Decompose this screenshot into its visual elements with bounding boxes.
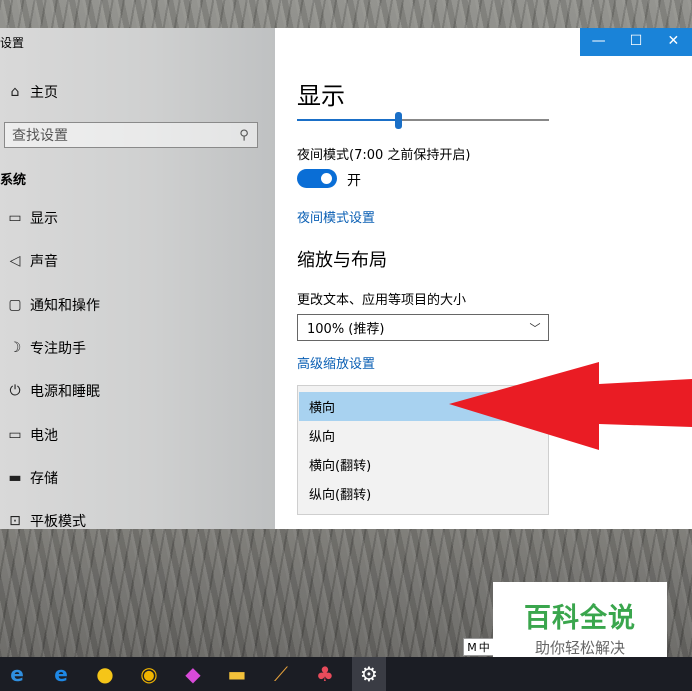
page-title: 显示 — [297, 82, 345, 110]
option-label: 纵向(翻转) — [309, 488, 372, 503]
sidebar-item-label: 显示 — [30, 211, 58, 227]
sidebar-home-label: 主页 — [30, 85, 58, 101]
ime-lang: 中 — [478, 641, 490, 654]
scale-layout-heading: 缩放与布局 — [297, 250, 387, 271]
sidebar-item-battery[interactable]: ▭ 电池 — [0, 417, 275, 453]
sidebar-home[interactable]: ⌂ 主页 — [0, 74, 275, 110]
sidebar-item-label: 电源和睡眠 — [30, 384, 100, 400]
sidebar-item-label: 平板模式 — [30, 514, 86, 529]
monitor-icon: ▭ — [8, 210, 22, 226]
arrow-shape — [449, 362, 692, 450]
sidebar-item-label: 声音 — [30, 254, 58, 270]
option-label: 纵向 — [309, 430, 336, 445]
advanced-scaling-link[interactable]: 高级缩放设置 — [297, 353, 375, 372]
section-system: 系统 — [0, 173, 27, 188]
paint-icon[interactable]: ◆ — [176, 657, 210, 691]
sidebar-item-label: 专注助手 — [30, 341, 86, 357]
orientation-option-portrait-flipped[interactable]: 纵向(翻转) — [299, 479, 547, 508]
browser-icon[interactable]: ◉ — [132, 657, 166, 691]
close-button[interactable]: ✕ — [655, 28, 692, 56]
taskbar: e e ● ◉ ◆ ▬ ⟋ ♣ ⚙ — [0, 657, 692, 691]
orientation-option-landscape-flipped[interactable]: 横向(翻转) — [299, 450, 547, 479]
minimize-button[interactable]: — — [580, 28, 617, 56]
speaker-icon: ◁ — [9, 253, 21, 269]
sidebar-item-power-sleep[interactable]: ⏻ 电源和睡眠 — [0, 373, 275, 409]
sidebar-item-display[interactable]: ▭ 显示 — [0, 200, 275, 236]
sidebar-item-focus-assist[interactable]: ☽ 专注助手 — [0, 330, 275, 366]
search-placeholder: 查找设置 — [12, 128, 68, 144]
watermark-logo: 百科全说 助你轻松解决 — [493, 582, 667, 664]
sidebar-item-sound[interactable]: ◁ 声音 — [0, 243, 275, 279]
home-icon: ⌂ — [10, 84, 20, 100]
brightness-slider-fill — [297, 119, 398, 121]
night-light-state: 开 — [347, 173, 361, 189]
ime-indicator[interactable]: M 中 — [463, 638, 494, 656]
maximize-button[interactable]: ☐ — [617, 28, 654, 56]
power-icon: ⏻ — [9, 383, 21, 399]
sidebar-item-tablet-mode[interactable]: ⊡ 平板模式 — [0, 503, 275, 529]
file-explorer-icon[interactable]: ▬ — [220, 657, 254, 691]
sidebar-item-storage[interactable]: ▬ 存储 — [0, 460, 275, 496]
storage-icon: ▬ — [8, 470, 22, 486]
sidebar-item-label: 电池 — [30, 428, 58, 444]
broom-icon[interactable]: ⟋ — [264, 657, 298, 691]
scale-value: 100% (推荐) — [307, 322, 385, 337]
toggle-knob — [321, 173, 332, 184]
night-light-toggle[interactable] — [297, 169, 337, 188]
chevron-down-icon: ﹀ — [529, 321, 541, 335]
search-input[interactable]: 查找设置 ⚲ — [4, 122, 258, 148]
sidebar-item-label: 存储 — [30, 471, 58, 487]
window-title: 设置 — [0, 36, 25, 50]
red-arrow-annotation — [449, 362, 692, 450]
ie-icon[interactable]: e — [44, 657, 78, 691]
watermark-title: 百科全说 — [524, 603, 636, 634]
moon-icon: ☽ — [8, 340, 22, 356]
watermark-subtitle: 助你轻松解决 — [534, 639, 625, 657]
night-light-settings-link[interactable]: 夜间模式设置 — [297, 207, 375, 226]
sidebar-item-label: 通知和操作 — [30, 298, 100, 314]
game-icon[interactable]: ♣ — [308, 657, 342, 691]
notification-icon: ▢ — [8, 297, 22, 313]
option-label: 横向 — [309, 401, 336, 416]
option-label: 横向(翻转) — [309, 459, 372, 474]
ime-mode: M — [467, 640, 477, 654]
battery-icon: ▭ — [8, 427, 22, 443]
sidebar-item-notifications[interactable]: ▢ 通知和操作 — [0, 287, 275, 323]
scale-label: 更改文本、应用等项目的大小 — [297, 293, 467, 308]
qq-icon[interactable]: ● — [88, 657, 122, 691]
tablet-mode-icon: ⊡ — [9, 513, 21, 529]
search-icon: ⚲ — [239, 127, 249, 143]
settings-sidebar: 设置 ⌂ 主页 查找设置 ⚲ 系统 ▭ 显示 ◁ 声音 ▢ 通知和操作 ☽ 专注… — [0, 28, 275, 529]
night-light-label: 夜间模式(7:00 之前保持开启) — [297, 148, 471, 163]
window-controls: — ☐ ✕ — [580, 28, 692, 56]
settings-gear-icon[interactable]: ⚙ — [352, 657, 386, 691]
scale-dropdown[interactable]: 100% (推荐) ﹀ — [297, 314, 549, 341]
brightness-slider-thumb[interactable] — [395, 112, 402, 129]
edge-legacy-icon[interactable]: e — [0, 657, 34, 691]
